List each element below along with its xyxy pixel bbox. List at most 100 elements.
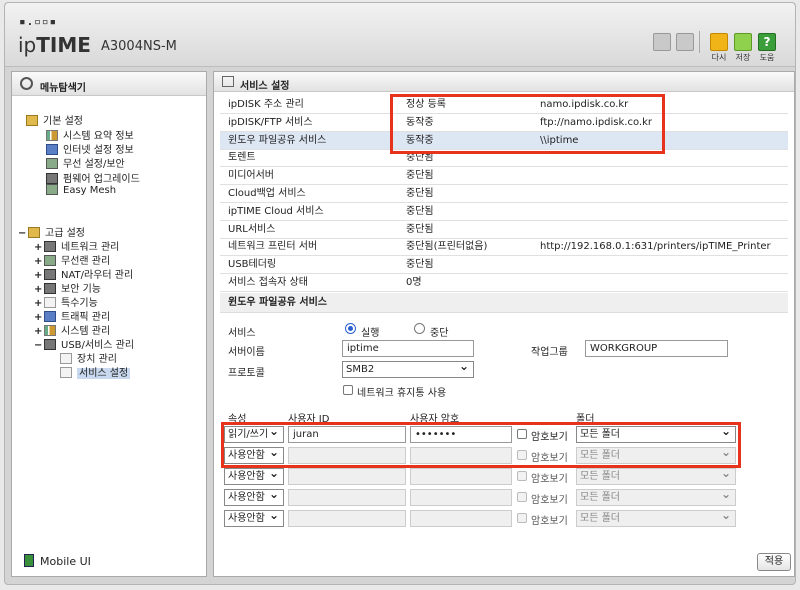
highlight-box-status bbox=[390, 94, 665, 154]
save-icon[interactable] bbox=[734, 33, 752, 51]
router-admin-window: ▪.▫▫▪ ipTIME A3004NS-M ? 다시 저장 도움 메뉴탐색기 … bbox=[4, 2, 796, 585]
service-name: 윈도우 파일공유 서비스 bbox=[228, 134, 327, 146]
highlight-box-accounts bbox=[221, 422, 741, 468]
stop-radio[interactable] bbox=[414, 323, 425, 334]
folder-icon bbox=[26, 115, 38, 126]
restart-label[interactable]: 다시 bbox=[707, 52, 731, 63]
tree-item-system-summary[interactable]: 시스템 요약 정보 bbox=[46, 127, 134, 142]
service-status: 중단됨 bbox=[406, 170, 434, 182]
service-row: 네트워크 프린터 서버 중단됨(프린터없음) http://192.168.0.1:… bbox=[220, 238, 788, 257]
show-password-checkbox bbox=[517, 513, 527, 523]
show-password-checkbox bbox=[517, 471, 527, 481]
wireless-icon bbox=[46, 158, 58, 169]
folder-icon bbox=[28, 227, 40, 238]
network-icon bbox=[44, 241, 56, 252]
tree-basic-settings[interactable]: 기본 설정 bbox=[26, 112, 83, 127]
service-status: 0명 bbox=[406, 277, 422, 288]
service-row: ipTIME Cloud 서비스 중단됨 bbox=[220, 203, 788, 221]
tree-item-nat[interactable]: + NAT/라우터 관리 bbox=[34, 266, 133, 281]
user-id-input bbox=[288, 468, 406, 485]
user-id-input bbox=[288, 489, 406, 506]
tree-item-network[interactable]: + 네트워크 관리 bbox=[34, 238, 119, 253]
tree-item-firmware[interactable]: 펌웨어 업그레이드 bbox=[46, 170, 140, 185]
menu-explorer: 메뉴탐색기 기본 설정 시스템 요약 정보 인터넷 설정 정보 무선 설정/보안… bbox=[11, 71, 207, 577]
folder-select: 모든 폴더 bbox=[576, 508, 736, 527]
service-status: 중단됨 bbox=[406, 188, 434, 199]
service-name: ipTIME Cloud 서비스 bbox=[228, 205, 324, 217]
service-label: 서비스 bbox=[228, 328, 256, 339]
netbios-checkbox[interactable] bbox=[343, 385, 353, 395]
help-icon[interactable]: ? bbox=[758, 33, 776, 51]
help-label[interactable]: 도움 bbox=[755, 52, 779, 63]
tree-item-easy-mesh[interactable]: Easy Mesh bbox=[46, 184, 116, 198]
tree-item-usb-service[interactable]: − USB/서비스 관리 bbox=[34, 336, 134, 351]
attr-select[interactable]: 사용안함 bbox=[224, 487, 284, 506]
logout-icon[interactable] bbox=[676, 33, 694, 51]
page-title: 서비스 설정 bbox=[240, 81, 290, 92]
service-row: 미디어서버 중단됨 bbox=[220, 167, 788, 186]
smb-section-title: 윈도우 파일공유 서비스 bbox=[220, 293, 788, 313]
server-name-input[interactable]: iptime bbox=[342, 340, 474, 357]
page-icon bbox=[60, 353, 72, 364]
stop-label[interactable]: 중단 bbox=[430, 324, 448, 339]
main-header: 서비스 설정 bbox=[214, 72, 794, 92]
restart-icon[interactable] bbox=[710, 33, 728, 51]
tree-item-security[interactable]: + 보안 기능 bbox=[34, 280, 101, 295]
special-icon bbox=[44, 297, 56, 308]
apply-button[interactable]: 적용 bbox=[757, 553, 791, 571]
home-icon[interactable] bbox=[653, 33, 671, 51]
service-name: Cloud백업 서비스 bbox=[228, 188, 306, 199]
folder-select: 모든 폴더 bbox=[576, 466, 736, 485]
password-input bbox=[410, 489, 512, 506]
workgroup-label: 작업그룹 bbox=[531, 347, 568, 358]
monitor-icon bbox=[46, 144, 58, 155]
service-status: 중단됨(프린터없음) bbox=[406, 241, 488, 253]
service-name: 토렌트 bbox=[228, 152, 256, 164]
mobile-ui-link[interactable]: Mobile UI bbox=[24, 554, 91, 568]
protocol-label: 프로토콜 bbox=[228, 368, 265, 379]
page-icon bbox=[60, 367, 72, 378]
password-input bbox=[410, 510, 512, 527]
menu-explorer-title: 메뉴탐색기 bbox=[40, 83, 86, 94]
logo-prefix: ip bbox=[18, 33, 37, 57]
netbios-label[interactable]: 네트워크 휴지통 사용 bbox=[357, 384, 446, 399]
service-status: 중단됨 bbox=[406, 259, 434, 271]
tree-item-system[interactable]: + 시스템 관리 bbox=[34, 322, 110, 337]
tree-item-traffic[interactable]: + 트래픽 관리 bbox=[34, 308, 110, 323]
firmware-icon bbox=[46, 173, 58, 184]
service-status: 중단됨 bbox=[406, 223, 434, 235]
attr-select[interactable]: 사용안함 bbox=[224, 466, 284, 485]
service-name: USB테더링 bbox=[228, 259, 277, 271]
tree-item-wlan[interactable]: + 무선랜 관리 bbox=[34, 252, 110, 267]
tree-item-label: Easy Mesh bbox=[63, 185, 117, 196]
tree-advanced-settings[interactable]: − 고급 설정 bbox=[18, 224, 85, 239]
tree-basic-label: 기본 설정 bbox=[43, 116, 83, 127]
tree-item-special[interactable]: + 특수기능 bbox=[34, 294, 98, 309]
service-name: 서비스 접속자 상태 bbox=[228, 277, 308, 288]
attr-select[interactable]: 사용안함 bbox=[224, 508, 284, 527]
service-row: Cloud백업 서비스 중단됨 bbox=[220, 185, 788, 203]
mesh-icon bbox=[46, 184, 58, 195]
run-label[interactable]: 실행 bbox=[361, 324, 379, 339]
tree-item-internet-info[interactable]: 인터넷 설정 정보 bbox=[46, 141, 134, 156]
password-input bbox=[410, 468, 512, 485]
menu-explorer-header: 메뉴탐색기 bbox=[12, 72, 206, 96]
tree-item-service-settings[interactable]: 서비스 설정 bbox=[60, 364, 131, 379]
tree-item-device[interactable]: 장치 관리 bbox=[60, 350, 117, 365]
wlan-icon bbox=[44, 255, 56, 266]
tree-item-label: 무선 설정/보안 bbox=[63, 159, 125, 170]
tree-item-label-selected: 서비스 설정 bbox=[77, 368, 131, 379]
user-id-input bbox=[288, 510, 406, 527]
protocol-select[interactable]: SMB2 bbox=[342, 359, 474, 378]
tree-item-wireless[interactable]: 무선 설정/보안 bbox=[46, 155, 125, 170]
service-name: 미디어서버 bbox=[228, 170, 274, 182]
workgroup-input[interactable]: WORKGROUP bbox=[585, 340, 728, 357]
save-label[interactable]: 저장 bbox=[731, 52, 755, 63]
run-radio[interactable] bbox=[345, 323, 356, 334]
service-row: USB테더링 중단됨 bbox=[220, 256, 788, 275]
model-name: A3004NS-M bbox=[101, 39, 177, 54]
service-row: URL서비스 중단됨 bbox=[220, 221, 788, 239]
service-name: URL서비스 bbox=[228, 223, 276, 235]
system-icon bbox=[44, 325, 56, 336]
service-name: 네트워크 프린터 서버 bbox=[228, 241, 318, 253]
